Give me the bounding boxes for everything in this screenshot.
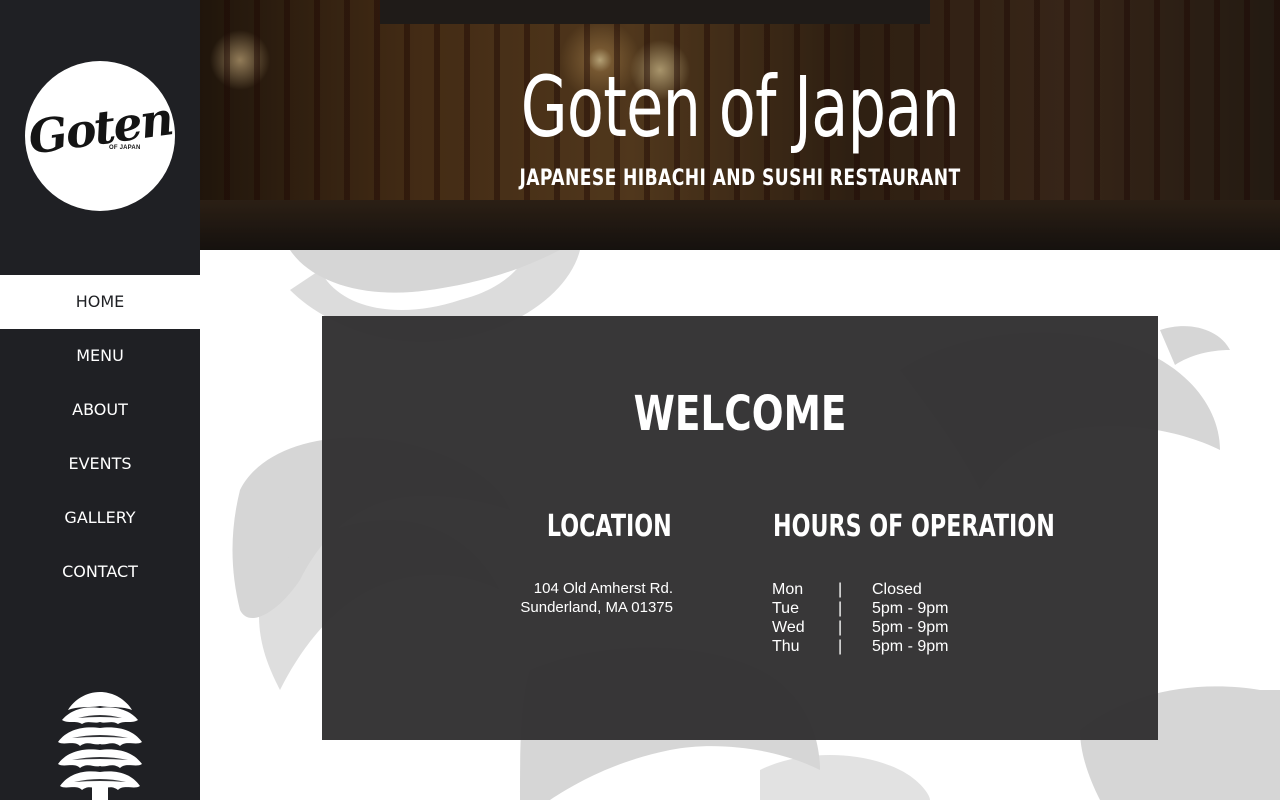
hours-separator: | [838, 619, 843, 636]
welcome-heading: WELCOME [633, 386, 847, 442]
hours-heading: HOURS OF OPERATION [773, 509, 1055, 544]
hours-row: Mon | Closed [772, 580, 1012, 599]
hours-row: Tue | 5pm - 9pm [772, 599, 1012, 618]
hours-day: Tue [772, 600, 799, 617]
nav-item-gallery[interactable]: GALLERY [0, 491, 200, 545]
site-title: Goten of Japan [520, 58, 960, 156]
hours-table: Mon | Closed Tue | 5pm - 9pm Wed | 5pm -… [772, 580, 1012, 656]
nav-item-home[interactable]: HOME [0, 275, 200, 329]
hours-time: Closed [872, 581, 922, 598]
hours-row: Thu | 5pm - 9pm [772, 637, 1012, 656]
hours-time: 5pm - 9pm [872, 600, 949, 617]
hours-time: 5pm - 9pm [872, 619, 949, 636]
logo-script-text: Goten [24, 91, 176, 165]
pine-tree-icon [58, 692, 142, 800]
location-heading: LOCATION [547, 509, 672, 544]
site-subtitle: JAPANESE HIBACHI AND SUSHI RESTAURANT [519, 166, 961, 191]
goten-logo[interactable]: Goten OF JAPAN [25, 61, 175, 211]
nav-item-events[interactable]: EVENTS [0, 437, 200, 491]
hero-banner: Goten of Japan JAPANESE HIBACHI AND SUSH… [200, 0, 1280, 250]
hours-day: Mon [772, 581, 804, 598]
nav-item-about[interactable]: ABOUT [0, 383, 200, 437]
hours-row: Wed | 5pm - 9pm [772, 618, 1012, 637]
address-line-1: 104 Old Amherst Rd. [533, 580, 673, 597]
hours-day: Thu [772, 638, 800, 655]
main-nav: HOME MENU ABOUT EVENTS GALLERY CONTACT [0, 275, 200, 599]
hours-separator: | [838, 600, 843, 617]
address[interactable]: 104 Old Amherst Rd. Sunderland, MA 01375 [520, 579, 673, 617]
hours-separator: | [838, 581, 843, 598]
hours-separator: | [838, 638, 843, 655]
hours-day: Wed [772, 619, 805, 636]
welcome-panel: WELCOME LOCATION 104 Old Amherst Rd. Sun… [322, 316, 1158, 740]
logo-sub-text: OF JAPAN [109, 145, 141, 151]
nav-item-menu[interactable]: MENU [0, 329, 200, 383]
hours-time: 5pm - 9pm [872, 638, 949, 655]
nav-item-contact[interactable]: CONTACT [0, 545, 200, 599]
sidebar: Goten OF JAPAN HOME MENU ABOUT EVENTS GA… [0, 0, 200, 800]
address-line-2: Sunderland, MA 01375 [520, 599, 673, 616]
